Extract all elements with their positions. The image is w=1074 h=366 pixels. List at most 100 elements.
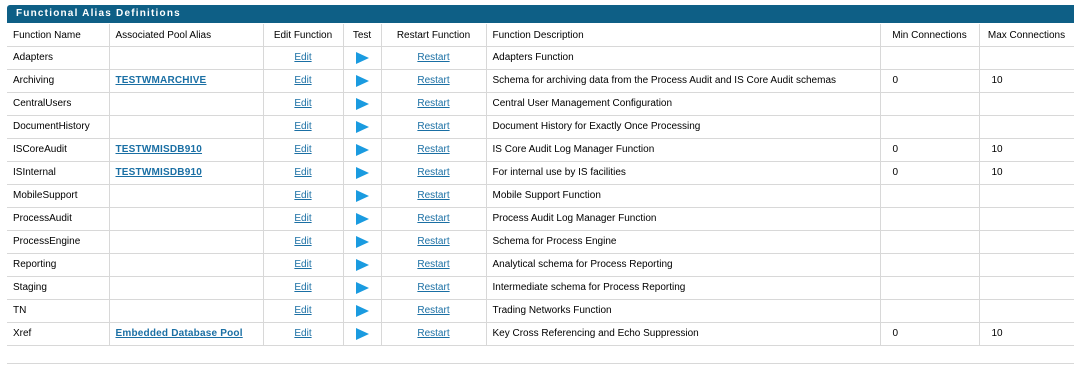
- description-cell: For internal use by IS facilities: [486, 161, 881, 185]
- edit-function-link[interactable]: Edit: [294, 236, 311, 247]
- restart-function-link[interactable]: Restart: [417, 167, 449, 178]
- edit-function-link[interactable]: Edit: [294, 75, 311, 86]
- panel-title: Functional Alias Definitions: [7, 5, 1074, 23]
- col-header-max-connections: Max Connections: [979, 24, 1074, 47]
- test-cell: [343, 276, 382, 300]
- pool-alias-link[interactable]: Embedded Database Pool: [116, 328, 243, 339]
- function-name: Adapters: [13, 52, 54, 63]
- restart-function-link[interactable]: Restart: [417, 305, 449, 316]
- play-icon[interactable]: [355, 212, 369, 225]
- play-icon[interactable]: [355, 74, 369, 87]
- edit-cell: Edit: [263, 46, 344, 70]
- table-row: CentralUsers Edit Restart Central User Mana…: [7, 92, 1074, 116]
- pool-alias-cell: [109, 276, 264, 300]
- restart-function-link[interactable]: Restart: [417, 121, 449, 132]
- test-cell: [343, 161, 382, 185]
- restart-function-link[interactable]: Restart: [417, 144, 449, 155]
- play-icon[interactable]: [355, 235, 369, 248]
- play-icon[interactable]: [355, 166, 369, 179]
- play-icon[interactable]: [355, 304, 369, 317]
- edit-function-link[interactable]: Edit: [294, 282, 311, 293]
- col-header-pool-alias: Associated Pool Alias: [109, 24, 264, 47]
- function-name: TN: [13, 305, 27, 316]
- min-connections: 0: [892, 328, 899, 339]
- max-connections: 10: [991, 144, 1003, 155]
- function-description: For internal use by IS facilities: [492, 167, 626, 178]
- min-connections-cell: [880, 184, 980, 208]
- restart-function-link[interactable]: Restart: [417, 282, 449, 293]
- restart-function-link[interactable]: Restart: [417, 259, 449, 270]
- max-connections-cell: 10: [979, 322, 1074, 346]
- play-icon[interactable]: [355, 51, 369, 64]
- max-connections-cell: [979, 46, 1074, 70]
- pool-alias-cell: [109, 207, 264, 231]
- edit-function-link[interactable]: Edit: [294, 52, 311, 63]
- edit-function-link[interactable]: Edit: [294, 121, 311, 132]
- test-cell: [343, 299, 382, 323]
- restart-function-link[interactable]: Restart: [417, 52, 449, 63]
- table-bottom-rule: [7, 363, 1074, 364]
- function-name-cell: ISInternal: [7, 161, 110, 185]
- function-description: Key Cross Referencing and Echo Suppressi…: [492, 328, 699, 339]
- edit-function-link[interactable]: Edit: [294, 305, 311, 316]
- description-cell: Central User Management Configuration: [486, 92, 881, 116]
- restart-function-link[interactable]: Restart: [417, 328, 449, 339]
- description-cell: Analytical schema for Process Reporting: [486, 253, 881, 277]
- table-row: Staging Edit Restart Intermediate schema fo…: [7, 276, 1074, 300]
- edit-cell: Edit: [263, 92, 344, 116]
- play-icon[interactable]: [355, 327, 369, 340]
- restart-function-link[interactable]: Restart: [417, 190, 449, 201]
- play-icon[interactable]: [355, 258, 369, 271]
- play-icon[interactable]: [355, 189, 369, 202]
- restart-function-link[interactable]: Restart: [417, 98, 449, 109]
- table-row: ProcessAudit Edit Restart Process Audit Log…: [7, 207, 1074, 231]
- pool-alias-link[interactable]: TESTWMISDB910: [116, 144, 203, 155]
- table-row: Xref Embedded Database Pool Edit Restart Key…: [7, 322, 1074, 346]
- max-connections-cell: 10: [979, 69, 1074, 93]
- edit-cell: Edit: [263, 253, 344, 277]
- edit-function-link[interactable]: Edit: [294, 213, 311, 224]
- pool-alias-cell: [109, 46, 264, 70]
- play-icon[interactable]: [355, 143, 369, 156]
- test-cell: [343, 46, 382, 70]
- function-name-cell: Adapters: [7, 46, 110, 70]
- test-cell: [343, 184, 382, 208]
- edit-cell: Edit: [263, 138, 344, 162]
- col-header-edit: Edit Function: [263, 24, 344, 47]
- play-icon[interactable]: [355, 281, 369, 294]
- function-description: Document History for Exactly Once Proces…: [492, 121, 701, 132]
- edit-function-link[interactable]: Edit: [294, 259, 311, 270]
- table-row: Reporting Edit Restart Analytical schema fo…: [7, 253, 1074, 277]
- table-row: Adapters Edit Restart Adapters Function: [7, 46, 1074, 70]
- max-connections-cell: [979, 253, 1074, 277]
- pool-alias-link[interactable]: TESTWMISDB910: [116, 167, 203, 178]
- pool-alias-cell: TESTWMISDB910: [109, 138, 264, 162]
- restart-function-link[interactable]: Restart: [417, 75, 449, 86]
- min-connections-cell: 0: [880, 161, 980, 185]
- edit-function-link[interactable]: Edit: [294, 167, 311, 178]
- edit-function-link[interactable]: Edit: [294, 98, 311, 109]
- function-name: MobileSupport: [13, 190, 78, 201]
- test-cell: [343, 230, 382, 254]
- pool-alias-link[interactable]: TESTWMARCHIVE: [116, 75, 207, 86]
- pool-alias-cell: [109, 92, 264, 116]
- restart-function-link[interactable]: Restart: [417, 236, 449, 247]
- table-header-row: Function Name Associated Pool Alias Edit…: [7, 24, 1074, 47]
- edit-function-link[interactable]: Edit: [294, 190, 311, 201]
- pool-alias-cell: TESTWMARCHIVE: [109, 69, 264, 93]
- restart-cell: Restart: [381, 115, 487, 139]
- restart-function-link[interactable]: Restart: [417, 213, 449, 224]
- function-name: Archiving: [13, 75, 55, 86]
- play-icon[interactable]: [355, 120, 369, 133]
- restart-cell: Restart: [381, 322, 487, 346]
- edit-function-link[interactable]: Edit: [294, 328, 311, 339]
- function-name: ProcessAudit: [13, 213, 72, 224]
- min-connections-cell: [880, 115, 980, 139]
- edit-function-link[interactable]: Edit: [294, 144, 311, 155]
- function-description: Schema for Process Engine: [492, 236, 617, 247]
- play-icon[interactable]: [355, 97, 369, 110]
- function-name: Staging: [13, 282, 47, 293]
- min-connections-cell: [880, 299, 980, 323]
- function-description: Intermediate schema for Process Reportin…: [492, 282, 686, 293]
- edit-cell: Edit: [263, 322, 344, 346]
